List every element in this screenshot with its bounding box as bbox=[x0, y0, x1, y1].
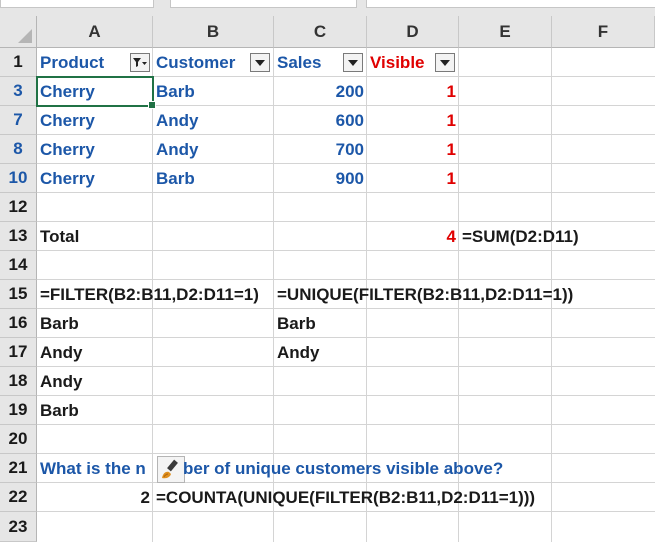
cell-product[interactable]: Cherry bbox=[37, 106, 153, 134]
cell-visible[interactable]: 1 bbox=[367, 77, 459, 105]
row-header-8[interactable]: 8 bbox=[0, 135, 37, 164]
cell-product[interactable]: Cherry bbox=[37, 164, 153, 192]
row-header-10[interactable]: 10 bbox=[0, 164, 37, 193]
dropdown-arrow-icon[interactable] bbox=[435, 53, 455, 72]
cell-sales[interactable]: 700 bbox=[274, 135, 367, 163]
cell-customer[interactable]: Barb bbox=[153, 77, 274, 105]
row-header-7[interactable]: 7 bbox=[0, 106, 37, 135]
row-header-13[interactable]: 13 bbox=[0, 222, 37, 251]
row-header-17[interactable]: 17 bbox=[0, 338, 37, 367]
row-header-14[interactable]: 14 bbox=[0, 251, 37, 280]
row-header-23[interactable]: 23 bbox=[0, 512, 37, 542]
row-header-1[interactable]: 1 bbox=[0, 48, 37, 77]
formula-bar[interactable] bbox=[366, 0, 655, 8]
select-all-corner[interactable] bbox=[0, 16, 37, 48]
answer-value[interactable]: 2 bbox=[37, 483, 153, 511]
header-visible[interactable]: Visible bbox=[367, 48, 435, 76]
column-header-d[interactable]: D bbox=[367, 16, 459, 48]
cell-visible[interactable]: 1 bbox=[367, 164, 459, 192]
column-header-c[interactable]: C bbox=[274, 16, 367, 48]
row-header-18[interactable]: 18 bbox=[0, 367, 37, 396]
filter-result[interactable]: Barb bbox=[37, 309, 153, 337]
cell-visible[interactable]: 1 bbox=[367, 135, 459, 163]
question-text-end[interactable]: ber of unique customers visible above? bbox=[183, 454, 583, 482]
gridline bbox=[37, 511, 655, 512]
cell-product[interactable]: Cherry bbox=[37, 135, 153, 163]
header-sales[interactable]: Sales bbox=[274, 48, 342, 76]
filter-formula[interactable]: =FILTER(B2:B11,D2:D11=1) bbox=[37, 280, 274, 308]
answer-formula[interactable]: =COUNTA(UNIQUE(FILTER(B2:B11,D2:D11=1))) bbox=[153, 483, 655, 511]
unique-result[interactable]: Andy bbox=[274, 338, 367, 366]
filter-funnel-icon[interactable] bbox=[130, 53, 150, 72]
cell-sales[interactable]: 900 bbox=[274, 164, 367, 192]
row-header-20[interactable]: 20 bbox=[0, 425, 37, 454]
row-header-12[interactable]: 12 bbox=[0, 193, 37, 222]
cell-visible[interactable]: 1 bbox=[367, 106, 459, 134]
paintbrush-icon[interactable] bbox=[157, 456, 185, 483]
row-header-3[interactable]: 3 bbox=[0, 77, 37, 106]
filter-result[interactable]: Andy bbox=[37, 367, 153, 395]
dropdown-arrow-icon[interactable] bbox=[343, 53, 363, 72]
cell-customer[interactable]: Andy bbox=[153, 135, 274, 163]
column-header-f[interactable]: F bbox=[552, 16, 655, 48]
cell-customer[interactable]: Barb bbox=[153, 164, 274, 192]
column-header-a[interactable]: A bbox=[37, 16, 153, 48]
toolbar-strip bbox=[0, 0, 655, 16]
fill-handle[interactable] bbox=[148, 101, 156, 109]
row-header-22[interactable]: 22 bbox=[0, 483, 37, 512]
cell-sales[interactable]: 600 bbox=[274, 106, 367, 134]
cell-customer[interactable]: Andy bbox=[153, 106, 274, 134]
worksheet-grid[interactable]: A B C D E F 1 3 7 8 10 12 13 14 15 16 17… bbox=[0, 16, 655, 542]
total-value[interactable]: 4 bbox=[367, 222, 459, 250]
gridline bbox=[37, 250, 655, 251]
unique-result[interactable]: Barb bbox=[274, 309, 367, 337]
header-product[interactable]: Product bbox=[37, 48, 129, 76]
question-text-start[interactable]: What is the n bbox=[37, 454, 165, 482]
dropdown-arrow-icon[interactable] bbox=[250, 53, 270, 72]
total-formula[interactable]: =SUM(D2:D11) bbox=[459, 222, 655, 250]
unique-formula[interactable]: =UNIQUE(FILTER(B2:B11,D2:D11=1)) bbox=[274, 280, 655, 308]
formula-controls[interactable] bbox=[170, 0, 357, 8]
column-header-e[interactable]: E bbox=[459, 16, 552, 48]
filter-result[interactable]: Andy bbox=[37, 338, 153, 366]
gridline bbox=[37, 424, 655, 425]
row-header-16[interactable]: 16 bbox=[0, 309, 37, 338]
column-header-b[interactable]: B bbox=[153, 16, 274, 48]
total-label[interactable]: Total bbox=[37, 222, 153, 250]
gridline bbox=[37, 192, 655, 193]
row-header-15[interactable]: 15 bbox=[0, 280, 37, 309]
name-box[interactable] bbox=[0, 0, 154, 8]
row-header-21[interactable]: 21 bbox=[0, 454, 37, 483]
active-cell-border bbox=[36, 76, 154, 107]
filter-result[interactable]: Barb bbox=[37, 396, 153, 424]
cell-sales[interactable]: 200 bbox=[274, 77, 367, 105]
header-customer[interactable]: Customer bbox=[153, 48, 249, 76]
row-header-19[interactable]: 19 bbox=[0, 396, 37, 425]
